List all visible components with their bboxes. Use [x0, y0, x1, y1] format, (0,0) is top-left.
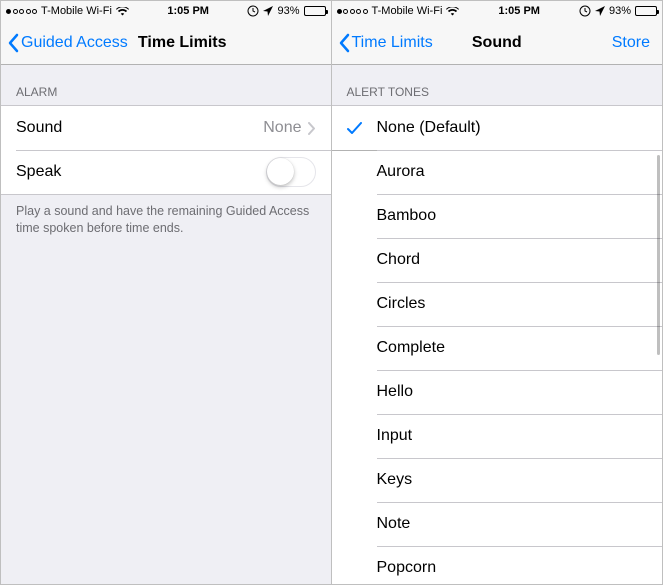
tone-label: Circles: [377, 295, 426, 313]
speak-toggle[interactable]: [266, 157, 316, 187]
sound-row-value: None: [263, 119, 301, 137]
tone-row[interactable]: Chord: [332, 238, 663, 282]
phone-sound: T-Mobile Wi-Fi 1:05 PM 93% Time Limits S…: [332, 0, 663, 585]
page-title: Time Limits: [138, 34, 227, 52]
section-footer: Play a sound and have the remaining Guid…: [1, 195, 331, 245]
nav-bar: Time Limits Sound Store: [332, 21, 663, 65]
tone-label: Bamboo: [377, 207, 437, 225]
tone-label: Hello: [377, 383, 413, 401]
phone-time-limits: T-Mobile Wi-Fi 1:05 PM 93% Guided Access…: [0, 0, 332, 585]
location-icon: [263, 6, 273, 16]
tone-list: None (Default) Aurora Bamboo Chord Circl…: [332, 105, 663, 584]
tone-row[interactable]: Hello: [332, 370, 663, 414]
battery-percent: 93%: [609, 5, 631, 17]
chevron-left-icon: [338, 33, 350, 53]
back-label: Guided Access: [21, 34, 128, 52]
tone-row[interactable]: Popcorn: [332, 546, 663, 584]
wifi-icon: [116, 7, 129, 16]
store-button[interactable]: Store: [612, 34, 662, 52]
chevron-left-icon: [7, 33, 19, 53]
signal-strength-icon: [6, 9, 37, 14]
status-bar: T-Mobile Wi-Fi 1:05 PM 93%: [332, 1, 663, 21]
tone-label: Chord: [377, 251, 421, 269]
section-header-tones: Alert Tones: [332, 65, 663, 105]
sound-row-label: Sound: [16, 119, 62, 137]
carrier-label: T-Mobile Wi-Fi: [41, 5, 112, 17]
chevron-right-icon: [308, 122, 316, 135]
location-icon: [595, 6, 605, 16]
tone-label: Complete: [377, 339, 445, 357]
tone-row[interactable]: Circles: [332, 282, 663, 326]
status-time: 1:05 PM: [498, 5, 540, 17]
carrier-label: T-Mobile Wi-Fi: [372, 5, 443, 17]
tone-row[interactable]: Aurora: [332, 150, 663, 194]
tone-label: None (Default): [377, 119, 481, 137]
battery-percent: 93%: [277, 5, 299, 17]
battery-icon: [635, 6, 657, 16]
scrollbar[interactable]: [657, 155, 660, 355]
page-title: Sound: [472, 34, 522, 52]
tone-label: Input: [377, 427, 413, 445]
tone-label: Aurora: [377, 163, 425, 181]
tone-row-none[interactable]: None (Default): [332, 106, 663, 150]
section-header-alarm: Alarm: [1, 65, 331, 105]
status-time: 1:05 PM: [167, 5, 209, 17]
toggle-knob: [267, 158, 294, 185]
back-label: Time Limits: [352, 34, 433, 52]
content-area: Alarm Sound None Speak Play a sound and …: [1, 65, 331, 584]
tone-row[interactable]: Keys: [332, 458, 663, 502]
tone-row[interactable]: Complete: [332, 326, 663, 370]
signal-strength-icon: [337, 9, 368, 14]
back-button[interactable]: Guided Access: [1, 33, 128, 53]
speak-row-label: Speak: [16, 163, 61, 181]
rotation-lock-icon: [579, 5, 591, 17]
back-button[interactable]: Time Limits: [332, 33, 433, 53]
status-bar: T-Mobile Wi-Fi 1:05 PM 93%: [1, 1, 331, 21]
rotation-lock-icon: [247, 5, 259, 17]
checkmark-icon: [347, 122, 377, 135]
sound-row[interactable]: Sound None: [1, 106, 331, 150]
alarm-list: Sound None Speak: [1, 105, 331, 195]
tone-row[interactable]: Input: [332, 414, 663, 458]
speak-row: Speak: [1, 150, 331, 194]
nav-bar: Guided Access Time Limits: [1, 21, 331, 65]
tone-row[interactable]: Bamboo: [332, 194, 663, 238]
tone-label: Keys: [377, 471, 413, 489]
tone-label: Note: [377, 515, 411, 533]
wifi-icon: [446, 7, 459, 16]
content-area: Alert Tones None (Default) Aurora Bamboo…: [332, 65, 663, 584]
tone-label: Popcorn: [377, 559, 437, 577]
battery-icon: [304, 6, 326, 16]
tone-row[interactable]: Note: [332, 502, 663, 546]
